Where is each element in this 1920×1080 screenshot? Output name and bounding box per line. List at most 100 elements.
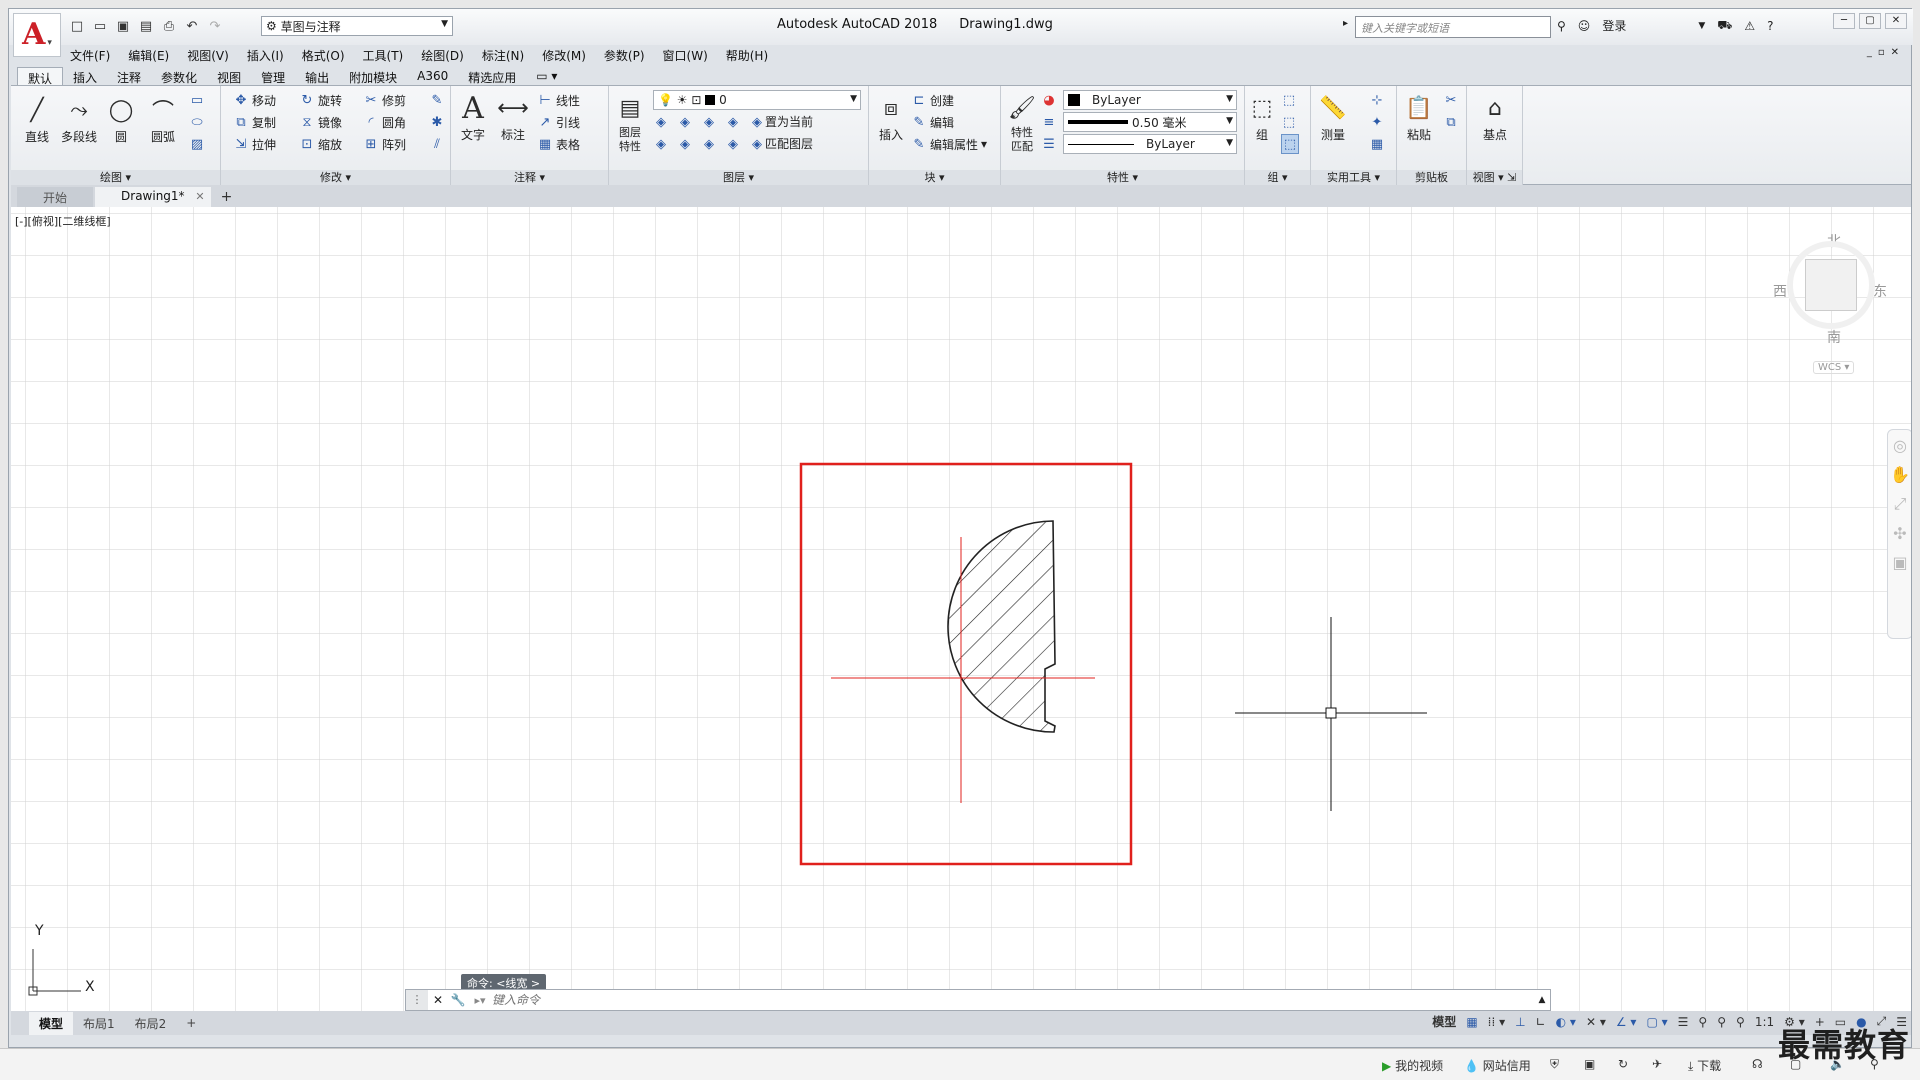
line-button[interactable]: ╱ 直线 bbox=[19, 92, 55, 145]
ribbon-tab-9[interactable]: 精选应用 bbox=[458, 67, 526, 85]
offset-button[interactable]: ⫽ bbox=[429, 134, 445, 154]
wrench-icon[interactable]: 🔧 bbox=[448, 993, 468, 1007]
layer-dropdown[interactable]: 💡 ☀ ⊡ 0 ▼ bbox=[653, 90, 861, 110]
tab-layout2[interactable]: 布局2 bbox=[125, 1012, 177, 1035]
menu-item-8[interactable]: 修改(M) bbox=[533, 47, 595, 64]
layers-panel-title[interactable]: 图层 ▾ bbox=[609, 170, 868, 186]
tab-drawing1[interactable]: Drawing1* ✕ bbox=[95, 187, 211, 207]
rectangle-button[interactable]: ▭ bbox=[189, 90, 205, 110]
circle-button[interactable]: ◯ 圆 bbox=[103, 92, 139, 145]
group-button[interactable]: ⬚ 组 bbox=[1247, 90, 1277, 143]
quick-select-button[interactable]: ⊹ bbox=[1369, 90, 1385, 110]
menu-item-2[interactable]: 视图(V) bbox=[178, 47, 238, 64]
annotation-panel-title[interactable]: 注释 ▾ bbox=[451, 170, 608, 186]
viewcube-west[interactable]: 西 bbox=[1773, 281, 1787, 301]
menu-item-1[interactable]: 编辑(E) bbox=[119, 47, 178, 64]
grip-icon[interactable]: ⋮ bbox=[406, 990, 428, 1010]
text-button[interactable]: A 文字 bbox=[455, 90, 491, 143]
group-edit-button[interactable]: ⬚ bbox=[1281, 112, 1297, 132]
viewport-controls-label[interactable]: [-][俯视][二维线框] bbox=[15, 213, 111, 229]
help-icon[interactable]: ? bbox=[1767, 19, 1773, 33]
menu-item-6[interactable]: 绘图(D) bbox=[412, 47, 473, 64]
steering-wheel-icon[interactable]: ◎ bbox=[1888, 436, 1911, 455]
stretch-button[interactable]: ⇲ 拉伸 bbox=[233, 134, 276, 154]
annotation-visibility-icon[interactable]: ⚲ bbox=[1717, 1015, 1726, 1029]
layer-unlock-icon[interactable]: ◈ bbox=[725, 136, 741, 152]
tab-layout1[interactable]: 布局1 bbox=[73, 1012, 125, 1035]
array-button[interactable]: ⊞ 阵列 bbox=[363, 134, 406, 154]
scale-button[interactable]: ⊡ 缩放 bbox=[299, 134, 342, 154]
arc-button[interactable]: ⌒ 圆弧 bbox=[145, 92, 181, 145]
menu-item-3[interactable]: 插入(I) bbox=[238, 47, 293, 64]
lineweight-dropdown[interactable]: 0.50 毫米 ▼ bbox=[1063, 112, 1237, 132]
dimension-button[interactable]: ⟷ 标注 bbox=[495, 90, 531, 143]
menu-item-7[interactable]: 标注(N) bbox=[473, 47, 533, 64]
layer-lock-icon[interactable]: ◈ bbox=[725, 114, 741, 130]
viewcube-east[interactable]: 东 bbox=[1873, 281, 1887, 301]
menu-item-4[interactable]: 格式(O) bbox=[293, 47, 354, 64]
color-dropdown[interactable]: ByLayer ▼ bbox=[1063, 90, 1237, 110]
new-file-icon[interactable]: □ bbox=[67, 16, 87, 36]
layer-thaw-icon[interactable]: ◈ bbox=[701, 136, 717, 152]
my-video-link[interactable]: ▶ 我的视频 bbox=[1382, 1057, 1443, 1074]
command-prompt-icon[interactable]: ▸▾ bbox=[468, 994, 492, 1007]
draw-panel-title[interactable]: 绘图 ▾ bbox=[11, 170, 220, 186]
match-properties-button[interactable]: 🖌 特性 匹配 bbox=[1005, 90, 1039, 154]
orbit-icon[interactable]: ✣ bbox=[1888, 524, 1911, 543]
cut-button[interactable]: ✂ bbox=[1443, 90, 1459, 110]
exchange-icon[interactable]: ⚠ bbox=[1744, 19, 1755, 33]
explode-button[interactable]: ✱ bbox=[429, 112, 445, 132]
block-panel-title[interactable]: 块 ▾ bbox=[869, 170, 1000, 186]
modify-panel-title[interactable]: 修改 ▾ bbox=[221, 170, 450, 186]
auto-scale-icon[interactable]: ⚲ bbox=[1736, 1015, 1745, 1029]
polyline-button[interactable]: ⤳ 多段线 bbox=[61, 92, 97, 145]
layer-off-icon[interactable]: ◈ bbox=[653, 114, 669, 130]
redo-icon[interactable]: ↷ bbox=[205, 16, 225, 36]
group-selection-toggle[interactable]: ⬚ bbox=[1281, 134, 1299, 154]
polar-icon[interactable]: ◐ ▾ bbox=[1556, 1015, 1576, 1029]
caret-right-icon[interactable]: ▸ bbox=[1343, 18, 1348, 29]
add-layout-button[interactable]: + bbox=[176, 1013, 206, 1033]
utilities-panel-title[interactable]: 实用工具 ▾ bbox=[1311, 170, 1396, 186]
view-panel-title[interactable]: 视图 ▾ ⇲ bbox=[1467, 170, 1522, 186]
annotation-scale-value[interactable]: 1:1 bbox=[1755, 1015, 1774, 1029]
showmotion-icon[interactable]: ▣ bbox=[1888, 553, 1911, 572]
ribbon-tab-2[interactable]: 注释 bbox=[107, 67, 151, 85]
linear-button[interactable]: ⊢ 线性 bbox=[537, 90, 580, 110]
print-icon[interactable]: ⎙ bbox=[159, 16, 179, 36]
ribbon-tab-8[interactable]: A360 bbox=[407, 67, 458, 85]
measure-button[interactable]: 📏 测量 bbox=[1315, 90, 1351, 143]
zoom-icon[interactable]: ⤢ bbox=[1888, 494, 1911, 514]
hatch-button[interactable]: ▨ bbox=[189, 134, 205, 154]
save-icon[interactable]: ▣ bbox=[113, 16, 133, 36]
tab-model[interactable]: 模型 bbox=[29, 1011, 74, 1035]
leader-button[interactable]: ↗ 引线 bbox=[537, 112, 580, 132]
table-button[interactable]: ▦ 表格 bbox=[537, 134, 580, 154]
edit-attributes-button[interactable]: ✎ 编辑属性 ▾ bbox=[911, 134, 988, 154]
infer-constraints-icon[interactable]: ⊥ bbox=[1515, 1015, 1525, 1029]
create-block-button[interactable]: ⊏ 创建 bbox=[911, 90, 954, 110]
fillet-button[interactable]: ◜ 圆角 bbox=[363, 112, 406, 132]
snap-icon[interactable]: ⁞⁞ ▾ bbox=[1488, 1015, 1505, 1029]
properties-panel-title[interactable]: 特性 ▾ bbox=[1001, 170, 1244, 186]
rotate-button[interactable]: ↻ 旋转 bbox=[299, 90, 342, 110]
pan-icon[interactable]: ✋ bbox=[1888, 465, 1911, 484]
open-file-icon[interactable]: ▭ bbox=[90, 16, 110, 36]
lineweight-toggle-icon[interactable]: ☰ bbox=[1678, 1015, 1689, 1029]
image-icon[interactable]: ▣ bbox=[1584, 1057, 1595, 1071]
mirror-button[interactable]: ⧖ 镜像 bbox=[299, 112, 342, 132]
close-icon[interactable]: ✕ bbox=[195, 190, 204, 203]
layer-on-icon[interactable]: ◈ bbox=[653, 136, 669, 152]
command-line[interactable]: ⋮ ✕ 🔧 ▸▾ ▲ bbox=[405, 989, 1551, 1011]
login-link[interactable]: 登录 bbox=[1602, 17, 1626, 34]
download-link[interactable]: ⤓ 下载 bbox=[1688, 1057, 1721, 1074]
match-layer-button[interactable]: ◈ 匹配图层 bbox=[749, 135, 813, 153]
erase-button[interactable]: ✎ bbox=[429, 90, 445, 110]
object-snap-icon[interactable]: ▢ ▾ bbox=[1646, 1015, 1667, 1029]
insert-button[interactable]: ⧈ 插入 bbox=[873, 90, 909, 143]
base-point-button[interactable]: ⌂ 基点 bbox=[1477, 90, 1513, 143]
annotation-scale-icon[interactable]: ⚲ bbox=[1698, 1015, 1707, 1029]
shield-icon[interactable]: ⛨ bbox=[1550, 1057, 1559, 1072]
layer-freeze-icon[interactable]: ◈ bbox=[701, 114, 717, 130]
ribbon-tab-4[interactable]: 视图 bbox=[207, 67, 251, 85]
